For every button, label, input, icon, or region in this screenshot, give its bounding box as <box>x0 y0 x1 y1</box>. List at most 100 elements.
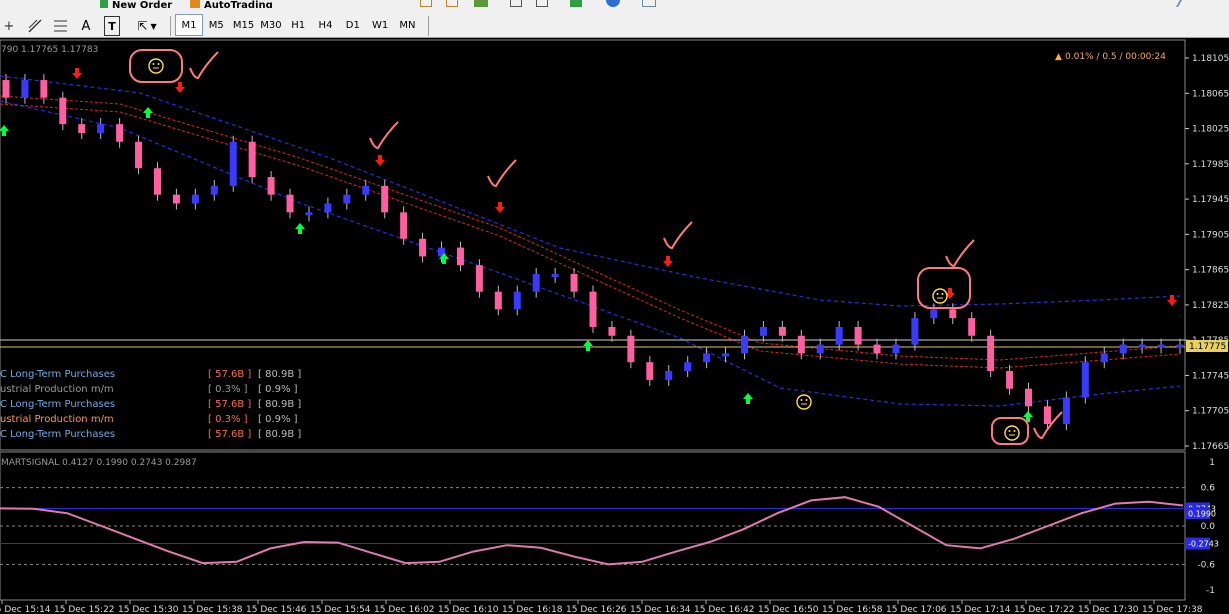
candle-body <box>513 291 521 310</box>
periods-icon[interactable] <box>606 0 620 7</box>
timeframe-m5-button[interactable]: M5 <box>202 14 230 36</box>
indicator-tick-label: -0.6 <box>1197 560 1215 570</box>
candle-body <box>381 185 389 213</box>
news-item-name: ustrial Production m/m <box>0 414 114 425</box>
candle-body <box>1157 344 1165 348</box>
time-tick-label: 15 Dec 16:58 <box>822 605 883 614</box>
smiley-eye-icon <box>1008 430 1011 432</box>
news-item-previous: [ 0.9% ] <box>258 384 298 395</box>
candle-body <box>1119 344 1127 354</box>
candle-body <box>646 362 654 380</box>
candle-body <box>286 194 294 213</box>
zoom-in-icon[interactable] <box>420 0 432 7</box>
news-item-actual: [ 57.6B ] <box>208 369 251 380</box>
auto-scroll-icon[interactable] <box>536 0 548 7</box>
time-tick-label: 15 Dec 16:10 <box>438 605 499 614</box>
candle-body <box>1081 362 1089 398</box>
candle-body <box>665 371 673 380</box>
candle-body <box>1043 406 1051 424</box>
time-tick-label: 15 Dec 17:22 <box>1014 605 1075 614</box>
price-tick-label: 1.17705 <box>1192 407 1229 417</box>
tile-windows-icon[interactable] <box>474 0 488 7</box>
timeframe-m15-button[interactable]: M15 <box>230 14 258 36</box>
news-item-actual: [ 0.3% ] <box>208 384 248 395</box>
indicators-icon[interactable] <box>570 0 582 7</box>
templates-icon[interactable] <box>642 0 656 7</box>
candle-body <box>797 335 805 354</box>
smiley-eye-icon <box>800 399 803 401</box>
candle-body <box>172 194 180 204</box>
price-tick-label: 1.17945 <box>1192 195 1229 205</box>
news-item-previous: [ 80.9B ] <box>258 429 301 440</box>
expand-icon[interactable] <box>1175 0 1193 7</box>
indicator-tick-label: 0.6 <box>1201 484 1216 494</box>
timeframe-d1-button[interactable]: D1 <box>339 14 367 36</box>
timeframe-mn-button[interactable]: MN <box>393 14 421 36</box>
crosshair-icon[interactable]: + <box>2 16 16 36</box>
status-marker-icon: ▲ <box>1055 52 1062 62</box>
timeframe-w1-button[interactable]: W1 <box>366 14 394 36</box>
candle-body <box>930 309 938 319</box>
chart-area[interactable]: 1.18105 1.18065 1.18025 1.17985 1.17945 1.179… <box>0 38 1229 614</box>
candle-body <box>987 335 995 372</box>
time-tick-label: 15 Dec 15:22 <box>54 605 115 614</box>
timeframe-m30-button[interactable]: M30 <box>257 14 285 36</box>
candle-body <box>135 141 143 169</box>
fibo-icon[interactable] <box>52 16 70 36</box>
indicator-tick-label: 0.0 <box>1201 522 1216 532</box>
candle-body <box>949 309 957 319</box>
zoom-out-icon[interactable] <box>446 0 458 7</box>
news-item-name: ustrial Production m/m <box>0 384 114 395</box>
candle-body <box>684 362 692 372</box>
time-tick-label: 15 Dec 15:14 <box>0 605 51 614</box>
time-tick-label: 15 Dec 16:02 <box>374 605 435 614</box>
candle-body <box>892 344 900 354</box>
news-item-previous: [ 0.9% ] <box>258 414 298 425</box>
smiley-eye-icon <box>936 293 939 295</box>
candle-body <box>210 185 218 195</box>
timeframe-h4-button[interactable]: H4 <box>312 14 340 36</box>
candle-body <box>475 265 483 292</box>
candle-body <box>532 274 540 292</box>
news-item-name: C Long-Term Purchases <box>0 429 115 440</box>
candle-body <box>740 335 748 354</box>
indicator-pane[interactable] <box>0 451 1186 601</box>
candle-body <box>1100 353 1108 363</box>
arrows-dropdown-button[interactable]: ⇱ ▼ <box>132 16 162 36</box>
news-item-actual: [ 0.3% ] <box>208 414 248 425</box>
timeframe-h1-button[interactable]: H1 <box>284 14 312 36</box>
price-tick-label: 1.18065 <box>1192 89 1229 99</box>
indicator-tick-label: -1 <box>1206 586 1215 596</box>
toolbar-separator <box>170 16 171 36</box>
candle-body <box>153 168 161 195</box>
timeframe-m1-button[interactable]: M1 <box>175 14 203 36</box>
news-item-actual: [ 57.6B ] <box>208 429 251 440</box>
time-tick-label: 15 Dec 16:34 <box>630 605 691 614</box>
candle-body <box>456 247 464 266</box>
candle-body <box>59 97 67 125</box>
chevron-down-icon: ▼ <box>150 21 157 31</box>
candle-body <box>911 318 919 345</box>
chart-shift-icon[interactable] <box>510 0 522 7</box>
candle-body <box>1006 371 1014 389</box>
text-tool-icon[interactable]: A <box>78 16 94 36</box>
candle-body <box>419 238 427 257</box>
time-tick-label: 15 Dec 16:26 <box>566 605 627 614</box>
candle-body <box>248 141 256 178</box>
price-tick-label: 1.17665 <box>1192 442 1229 452</box>
time-tick-label: 15 Dec 15:30 <box>118 605 179 614</box>
candle-body <box>873 344 881 354</box>
label-tool-icon[interactable]: T <box>104 16 120 36</box>
candle-body <box>608 326 616 336</box>
price-tick-label: 1.17905 <box>1192 230 1229 240</box>
time-tick-label: 15 Dec 15:46 <box>246 605 307 614</box>
smiley-eye-icon <box>941 293 944 295</box>
candle-body <box>21 80 29 98</box>
candle-body <box>968 318 976 336</box>
candle-body <box>759 326 767 336</box>
candle-body <box>343 194 351 204</box>
indicator-title: MARTSIGNAL 0.4127 0.1990 0.2743 0.2987 <box>1 458 197 468</box>
candle-body <box>722 353 730 357</box>
news-item-name: C Long-Term Purchases <box>0 369 115 380</box>
trendline-icon[interactable] <box>26 16 44 36</box>
